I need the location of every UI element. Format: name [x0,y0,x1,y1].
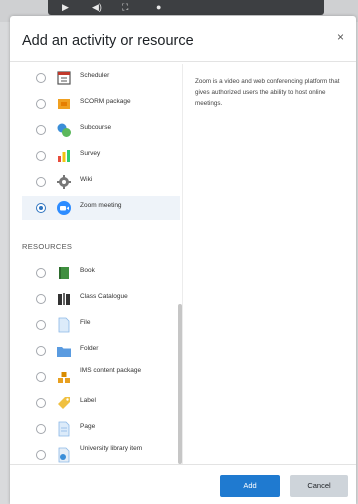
list-item-scheduler[interactable]: Scheduler [22,66,180,90]
close-icon[interactable]: × [337,30,344,44]
radio-button[interactable] [36,151,46,161]
wiki-icon [57,175,71,189]
radio-button[interactable] [36,177,46,187]
item-label: Page [80,423,96,430]
radio-button[interactable] [36,125,46,135]
list-item-label[interactable]: Label [22,391,180,415]
radio-button[interactable] [36,294,46,304]
item-label: Subcourse [80,124,112,131]
radio-button[interactable] [36,73,46,83]
file-icon [58,317,70,333]
radio-button[interactable] [36,372,46,382]
radio-button[interactable] [36,320,46,330]
play-icon[interactable]: ▶ [62,2,69,13]
module-description: Zoom is a video and web conferencing pla… [195,78,340,107]
class-catalogue-icon [58,293,70,305]
volume-icon[interactable]: ◀) [92,2,102,13]
list-item-page[interactable]: Page [22,417,180,441]
item-label: University library item [80,445,143,452]
radio-button[interactable] [36,450,46,460]
label-icon [58,397,70,409]
item-label: Book [80,267,95,274]
add-button[interactable]: Add [220,475,280,497]
list-item-scorm-package[interactable]: SCORM package [22,92,180,116]
module-list: Scheduler SCORM package Subcourse Survey… [22,64,182,464]
survey-icon [58,150,70,162]
item-label: Survey [80,150,101,157]
list-item-class-catalogue[interactable]: Class Catalogue [22,287,180,311]
book-icon [59,267,69,279]
item-label: Label [80,397,96,404]
dialog-header: Add an activity or resource × [10,16,356,62]
dialog-footer: Add Cancel [10,464,356,504]
settings-icon[interactable]: ● [156,2,161,13]
item-label: Class Catalogue [80,293,128,300]
pane-divider [182,64,183,464]
list-item-subcourse[interactable]: Subcourse [22,118,180,142]
video-controls-bar: ▶ ◀) ⛶ ● [48,0,324,15]
list-item-file[interactable]: File [22,313,180,337]
item-label: Scheduler [80,72,110,79]
item-label: IMS content package [80,367,142,374]
radio-button[interactable] [36,268,46,278]
ims-content-package-icon [58,372,70,383]
zoom-icon [57,201,71,215]
subcourse-icon [57,123,71,137]
folder-icon [57,347,71,357]
list-item-wiki[interactable]: Wiki [22,170,180,194]
add-activity-dialog: Add an activity or resource × Scheduler … [10,16,356,504]
scorm-package-icon [58,99,70,109]
item-label: SCORM package [80,98,131,105]
university-library-item-icon [58,447,70,463]
dialog-title: Add an activity or resource [22,33,194,49]
list-item-survey[interactable]: Survey [22,144,180,168]
item-label: Zoom meeting [80,202,122,209]
radio-button[interactable] [36,398,46,408]
list-item-ims-content-package[interactable]: IMS content package [22,365,180,389]
list-item-zoom-meeting[interactable]: Zoom meeting [22,196,180,220]
page-icon [58,421,70,437]
list-item-book[interactable]: Book [22,261,180,285]
radio-button[interactable] [36,346,46,356]
item-label: File [80,319,91,326]
radio-button-selected[interactable] [36,203,46,213]
radio-button[interactable] [36,424,46,434]
item-label: Folder [80,345,99,352]
cancel-button[interactable]: Cancel [290,475,348,497]
list-item-folder[interactable]: Folder [22,339,180,363]
resources-heading: RESOURCES [22,242,73,251]
fullscreen-icon[interactable]: ⛶ [122,2,128,13]
list-item-university-library-item[interactable]: University library item [22,443,180,464]
radio-button[interactable] [36,99,46,109]
scheduler-icon [57,71,71,85]
item-label: Wiki [80,176,93,183]
